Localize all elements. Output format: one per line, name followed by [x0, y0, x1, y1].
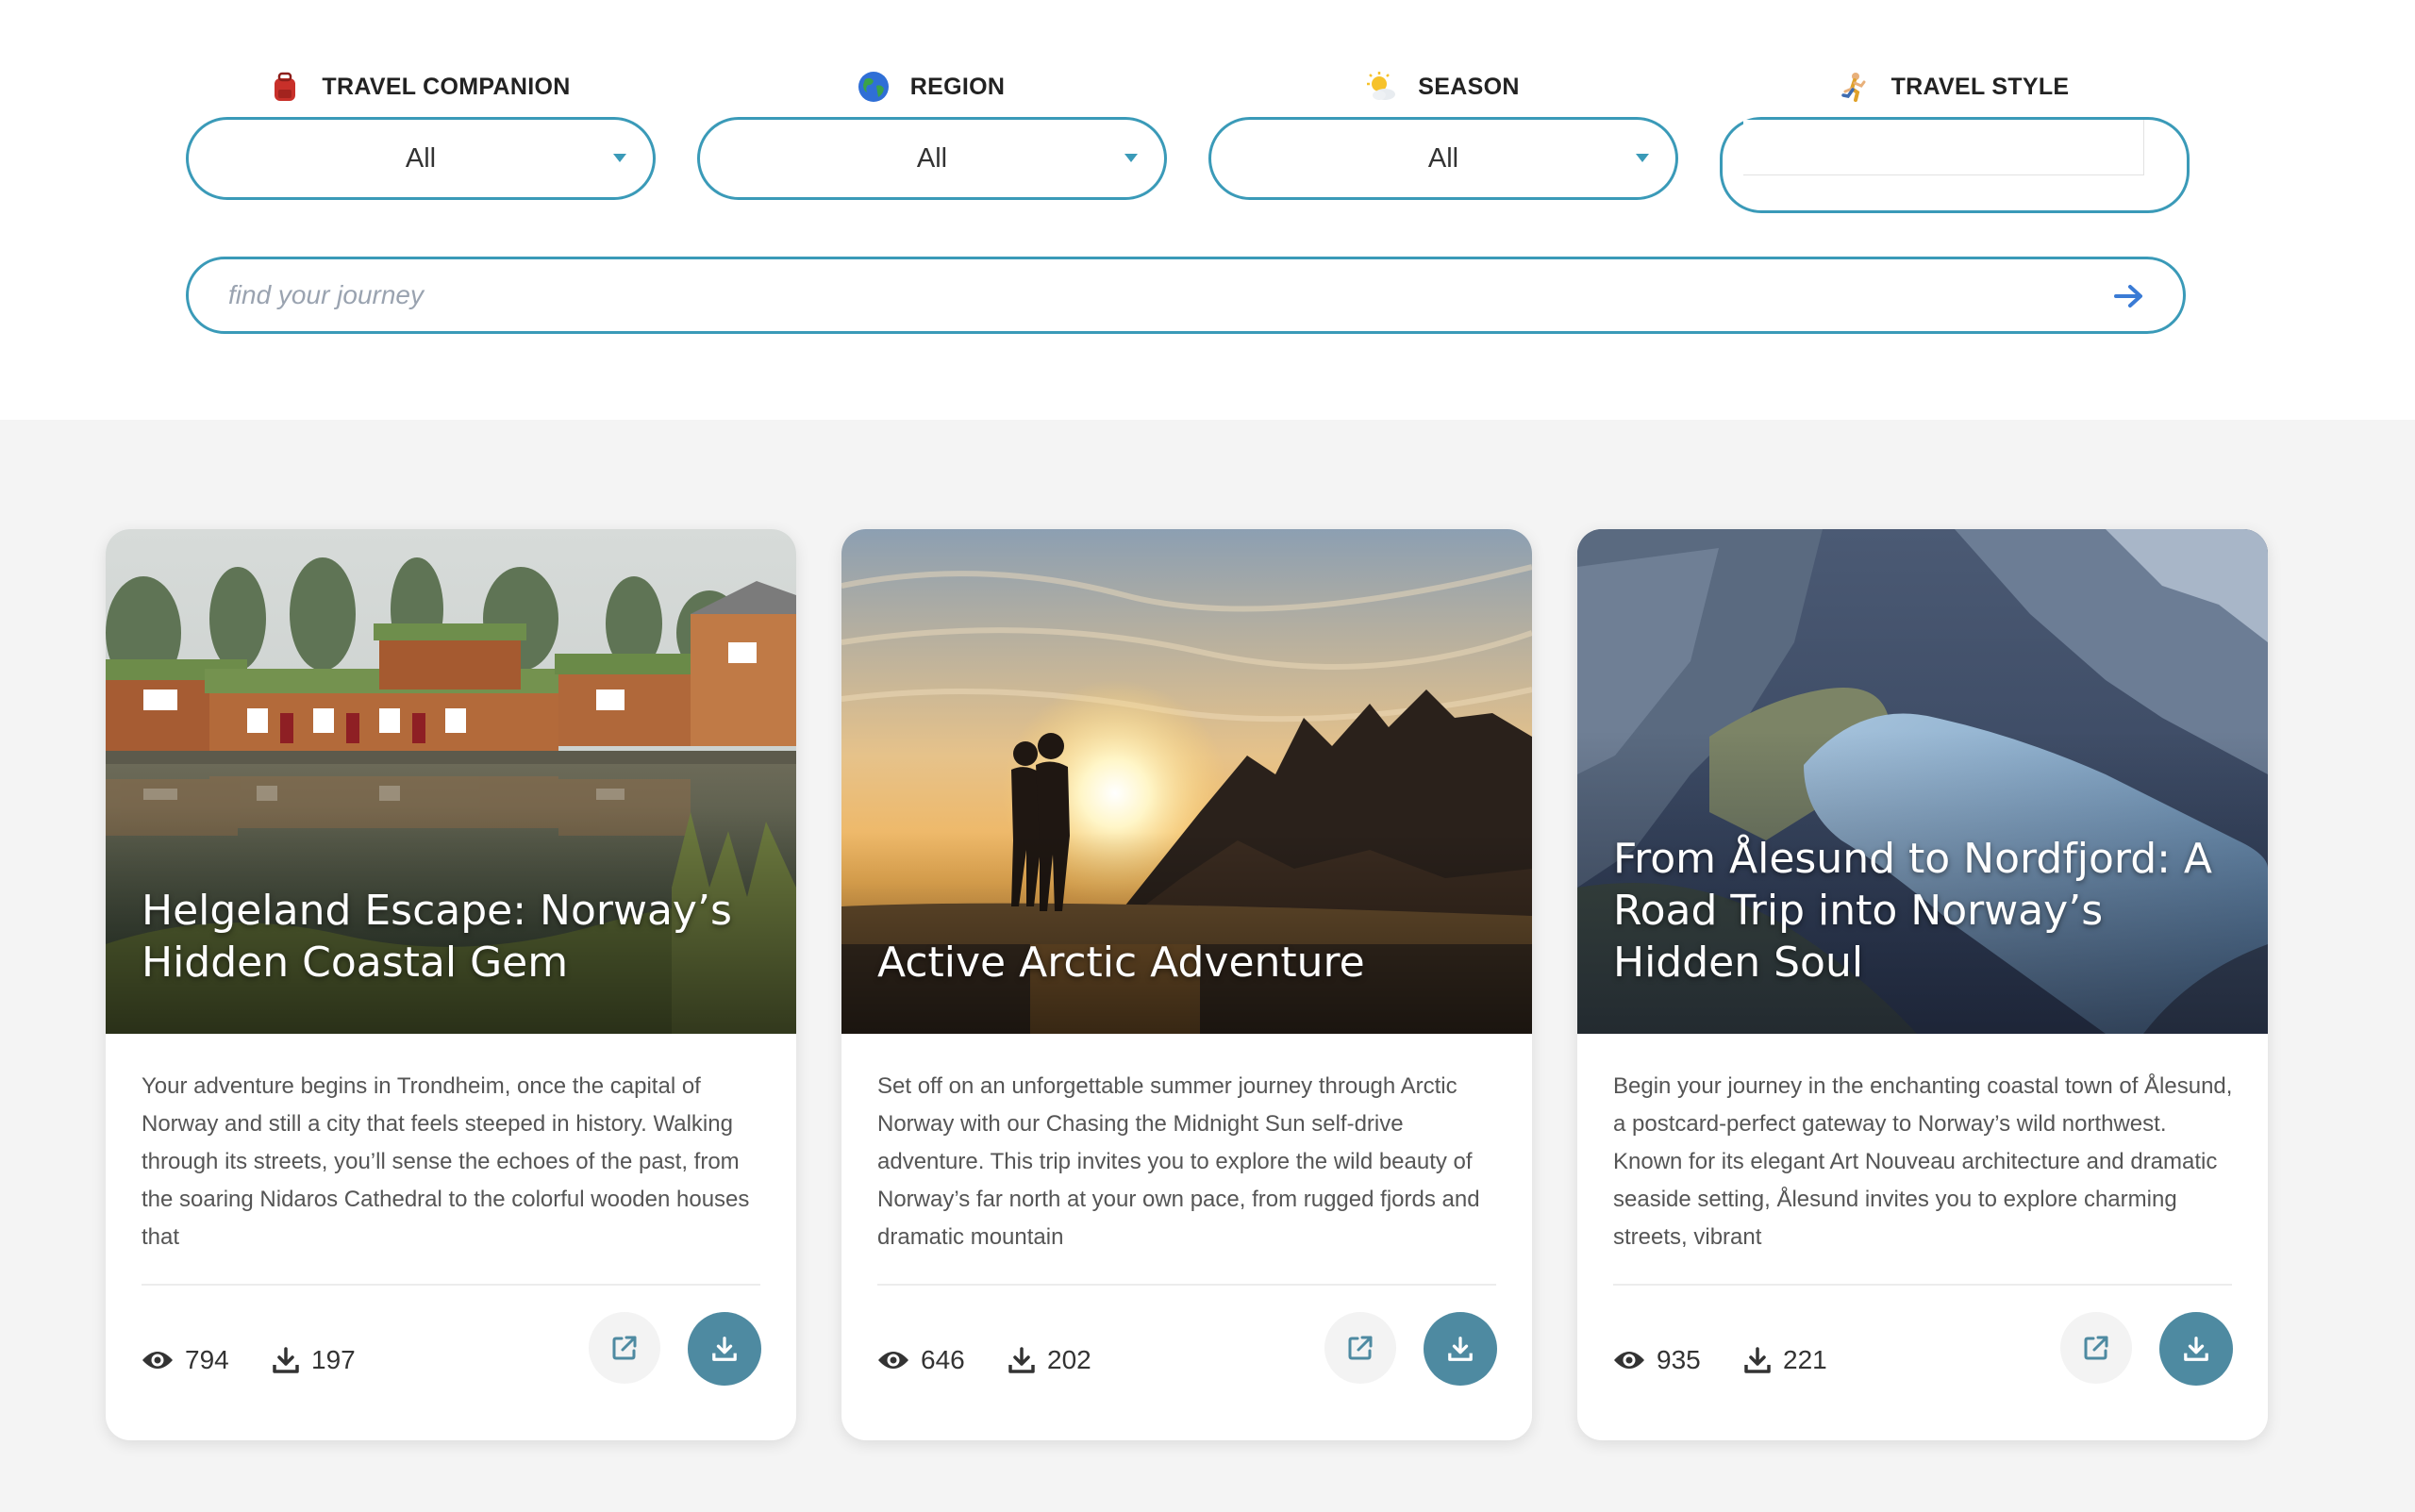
chevron-down-icon [1124, 154, 1138, 162]
arrow-right-icon[interactable] [2113, 282, 2145, 310]
downloads-stat: 197 [272, 1343, 356, 1377]
external-link-icon [612, 1336, 637, 1360]
views-count: 794 [185, 1345, 229, 1374]
download-button[interactable] [2159, 1312, 2233, 1386]
filter-label-travel-style: TRAVEL STYLE [1720, 68, 2188, 106]
journey-card[interactable]: Active Arctic Adventure Set off on an un… [841, 529, 1532, 1440]
open-external-button[interactable] [589, 1312, 660, 1384]
region-value: All [916, 142, 948, 174]
card-image[interactable]: Active Arctic Adventure [841, 529, 1532, 1034]
season-value: All [1427, 142, 1459, 174]
download-icon [273, 1347, 299, 1373]
download-button[interactable] [688, 1312, 761, 1386]
views-count: 646 [921, 1345, 965, 1374]
downloads-count: 221 [1783, 1345, 1827, 1374]
travel-companion-select[interactable]: All [186, 117, 656, 200]
download-icon [2184, 1337, 2208, 1361]
downloads-stat: 202 [1008, 1343, 1091, 1377]
chevron-down-icon [1636, 154, 1649, 162]
eye-icon [142, 1352, 173, 1369]
sun-cloud-icon [1365, 71, 1397, 103]
filter-region: REGION All [697, 68, 1167, 200]
card-description: Set off on an unforgettable summer journ… [877, 1073, 1480, 1250]
external-link-icon [2084, 1336, 2108, 1360]
download-button[interactable] [1424, 1312, 1497, 1386]
download-icon [1744, 1347, 1771, 1373]
card-title[interactable]: Active Arctic Adventure [877, 937, 1496, 989]
card-title[interactable]: Helgeland Escape: Norway’s Hidden Coasta… [142, 885, 760, 989]
filter-label-season: SEASON [1208, 68, 1676, 106]
travel-style-input[interactable] [1743, 120, 2144, 175]
filter-label-region: REGION [697, 68, 1165, 106]
downloads-count: 197 [311, 1345, 356, 1374]
filter-travel-companion: TRAVEL COMPANION All [186, 68, 656, 200]
search-input[interactable]: find your journey [228, 259, 424, 331]
chevron-down-icon [613, 154, 626, 162]
search-bar[interactable]: find your journey [186, 257, 2186, 334]
filter-label-travel-companion: TRAVEL COMPANION [186, 68, 654, 106]
open-external-button[interactable] [2060, 1312, 2132, 1384]
download-icon [1448, 1337, 1473, 1361]
card-description: Begin your journey in the enchanting coa… [1613, 1073, 2233, 1250]
views-count: 935 [1657, 1345, 1701, 1374]
travel-companion-value: All [405, 142, 437, 174]
season-select[interactable]: All [1208, 117, 1678, 200]
eye-icon [878, 1352, 908, 1369]
open-external-button[interactable] [1324, 1312, 1396, 1384]
travel-style-select[interactable] [1720, 117, 2190, 213]
divider [877, 1284, 1496, 1286]
external-link-icon [1348, 1336, 1373, 1360]
filters-panel: TRAVEL COMPANION All REGION All SEASON A… [0, 0, 2415, 420]
region-select[interactable]: All [697, 117, 1167, 200]
filter-season: SEASON All [1208, 68, 1678, 200]
card-description: Your adventure begins in Trondheim, once… [142, 1073, 750, 1250]
journey-card[interactable]: Helgeland Escape: Norway’s Hidden Coasta… [106, 529, 796, 1440]
card-image[interactable]: Helgeland Escape: Norway’s Hidden Coasta… [106, 529, 796, 1034]
downloads-stat: 221 [1743, 1343, 1827, 1377]
journey-card[interactable]: From Ålesund to Nordfjord: A Road Trip i… [1577, 529, 2268, 1440]
divider [142, 1284, 760, 1286]
download-icon [712, 1337, 737, 1361]
backpack-icon [269, 71, 301, 103]
card-title[interactable]: From Ålesund to Nordfjord: A Road Trip i… [1613, 833, 2232, 989]
filter-travel-style: TRAVEL STYLE [1720, 68, 2190, 213]
card-image[interactable]: From Ålesund to Nordfjord: A Road Trip i… [1577, 529, 2268, 1034]
views-stat: 646 [877, 1343, 965, 1377]
download-icon [1008, 1347, 1035, 1373]
views-stat: 935 [1613, 1343, 1701, 1377]
downloads-count: 202 [1047, 1345, 1091, 1374]
eye-icon [1614, 1352, 1644, 1369]
views-stat: 794 [142, 1343, 229, 1377]
globe-icon [858, 71, 890, 103]
runner-icon [1839, 71, 1871, 103]
divider [1613, 1284, 2232, 1286]
